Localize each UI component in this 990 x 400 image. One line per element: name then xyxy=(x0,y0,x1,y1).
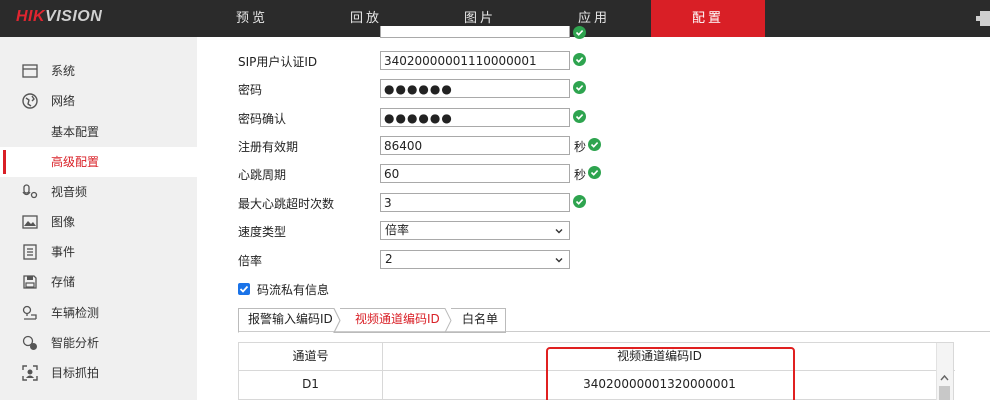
sidebar-item-system[interactable]: 系统 xyxy=(0,56,197,86)
speed-type-select[interactable]: 倍率 xyxy=(380,221,570,240)
private-info-checkbox[interactable] xyxy=(238,283,250,295)
private-info-label: 码流私有信息 xyxy=(257,283,330,297)
sidebar-item-label: 基本配置 xyxy=(51,125,100,139)
check-circle-icon xyxy=(573,53,586,66)
image-icon xyxy=(22,215,38,229)
check-circle-icon xyxy=(573,195,586,208)
sip-user-id-input[interactable] xyxy=(380,51,570,70)
sidebar-subitem-advanced[interactable]: 高级配置 xyxy=(0,147,197,177)
brand-logo: HIKVISION xyxy=(16,8,102,26)
speed-type-selected: 倍率 xyxy=(385,223,410,237)
sidebar-item-label: 车辆检测 xyxy=(51,306,100,320)
password-label: 密码 xyxy=(238,83,263,97)
sidebar-item-label: 目标抓拍 xyxy=(51,366,100,380)
highlight-annotation-box xyxy=(546,347,795,400)
scrollbar-thumb[interactable] xyxy=(939,386,950,400)
rate-select[interactable]: 2 xyxy=(380,250,570,269)
smart-icon xyxy=(22,335,37,350)
sidebar-item-label: 系统 xyxy=(51,64,76,78)
chevron-down-icon xyxy=(555,229,563,234)
speed-type-label: 速度类型 xyxy=(238,225,287,239)
seconds-unit: 秒 xyxy=(574,140,587,154)
tab-video-channel-id[interactable]: 视频通道编码ID xyxy=(355,308,440,332)
tab-alarm-input-id[interactable]: 报警输入编码ID xyxy=(248,308,333,332)
max-heartbeat-timeout-input[interactable] xyxy=(380,193,570,212)
sidebar-item-label: 图像 xyxy=(51,215,76,229)
registration-expiry-label: 注册有效期 xyxy=(238,140,299,154)
sidebar-item-label: 存储 xyxy=(51,275,76,289)
heartbeat-input[interactable] xyxy=(380,164,570,183)
car-icon xyxy=(22,305,37,320)
registration-expiry-input[interactable] xyxy=(380,136,570,155)
sidebar-item-smart-analysis[interactable]: 智能分析 xyxy=(0,328,197,358)
sidebar-item-label: 高级配置 xyxy=(51,155,100,169)
target-icon xyxy=(22,365,38,381)
chevron-down-icon xyxy=(555,258,563,263)
seconds-unit: 秒 xyxy=(574,168,587,182)
logo-text-hik: HIK xyxy=(16,8,46,25)
sidebar-item-event[interactable]: 事件 xyxy=(0,237,197,267)
check-circle-icon xyxy=(573,81,586,94)
check-circle-icon xyxy=(588,138,601,151)
rate-label: 倍率 xyxy=(238,254,263,268)
sidebar-item-network[interactable]: 网络 xyxy=(0,86,197,116)
monitor-icon xyxy=(22,64,38,78)
sidebar-item-image[interactable]: 图像 xyxy=(0,207,197,237)
rate-selected: 2 xyxy=(385,252,393,266)
nav-tab-configuration[interactable]: 配置 xyxy=(651,0,765,37)
sidebar-item-label: 视音频 xyxy=(51,185,88,199)
sidebar-item-label: 事件 xyxy=(51,245,76,259)
max-heartbeat-timeout-label: 最大心跳超时次数 xyxy=(238,197,335,211)
mic-icon xyxy=(22,184,38,199)
save-icon xyxy=(23,275,37,289)
heartbeat-label: 心跳周期 xyxy=(238,168,287,182)
sidebar-item-target-capture[interactable]: 目标抓拍 xyxy=(0,358,197,388)
scroll-up-arrow-icon[interactable] xyxy=(936,371,953,385)
password-input[interactable] xyxy=(380,79,570,98)
table-cell-channel: D1 xyxy=(302,377,319,391)
password-confirm-input[interactable] xyxy=(380,108,570,127)
tab-whitelist[interactable]: 白名单 xyxy=(462,308,498,332)
sidebar-item-label: 网络 xyxy=(51,94,76,108)
check-circle-icon xyxy=(573,110,586,123)
sidebar-item-storage[interactable]: 存储 xyxy=(0,267,197,297)
sidebar: 系统 网络 基本配置 高级配置 视音频 图像 事件 存储 车辆检测 智能分析 目… xyxy=(0,37,197,400)
sidebar-subitem-basic[interactable]: 基本配置 xyxy=(0,117,197,147)
checkmark-icon xyxy=(239,285,249,293)
clipped-input[interactable] xyxy=(380,26,570,38)
sidebar-item-vehicle-detection[interactable]: 车辆检测 xyxy=(0,298,197,328)
globe-icon xyxy=(22,93,38,109)
check-circle-icon xyxy=(573,26,586,39)
password-confirm-label: 密码确认 xyxy=(238,112,287,126)
sidebar-item-video-audio[interactable]: 视音频 xyxy=(0,177,197,207)
encoding-id-tabs: 报警输入编码ID 视频通道编码ID 白名单 xyxy=(238,308,990,333)
list-icon xyxy=(23,244,37,260)
column-header-channel: 通道号 xyxy=(292,349,329,363)
logo-text-vision: VISION xyxy=(45,8,103,25)
sip-user-id-label: SIP用户认证ID xyxy=(238,55,318,69)
plugin-icon[interactable] xyxy=(976,9,990,27)
sidebar-item-label: 智能分析 xyxy=(51,336,100,350)
nav-tab-preview[interactable]: 预览 xyxy=(195,0,309,37)
check-circle-icon xyxy=(588,166,601,179)
